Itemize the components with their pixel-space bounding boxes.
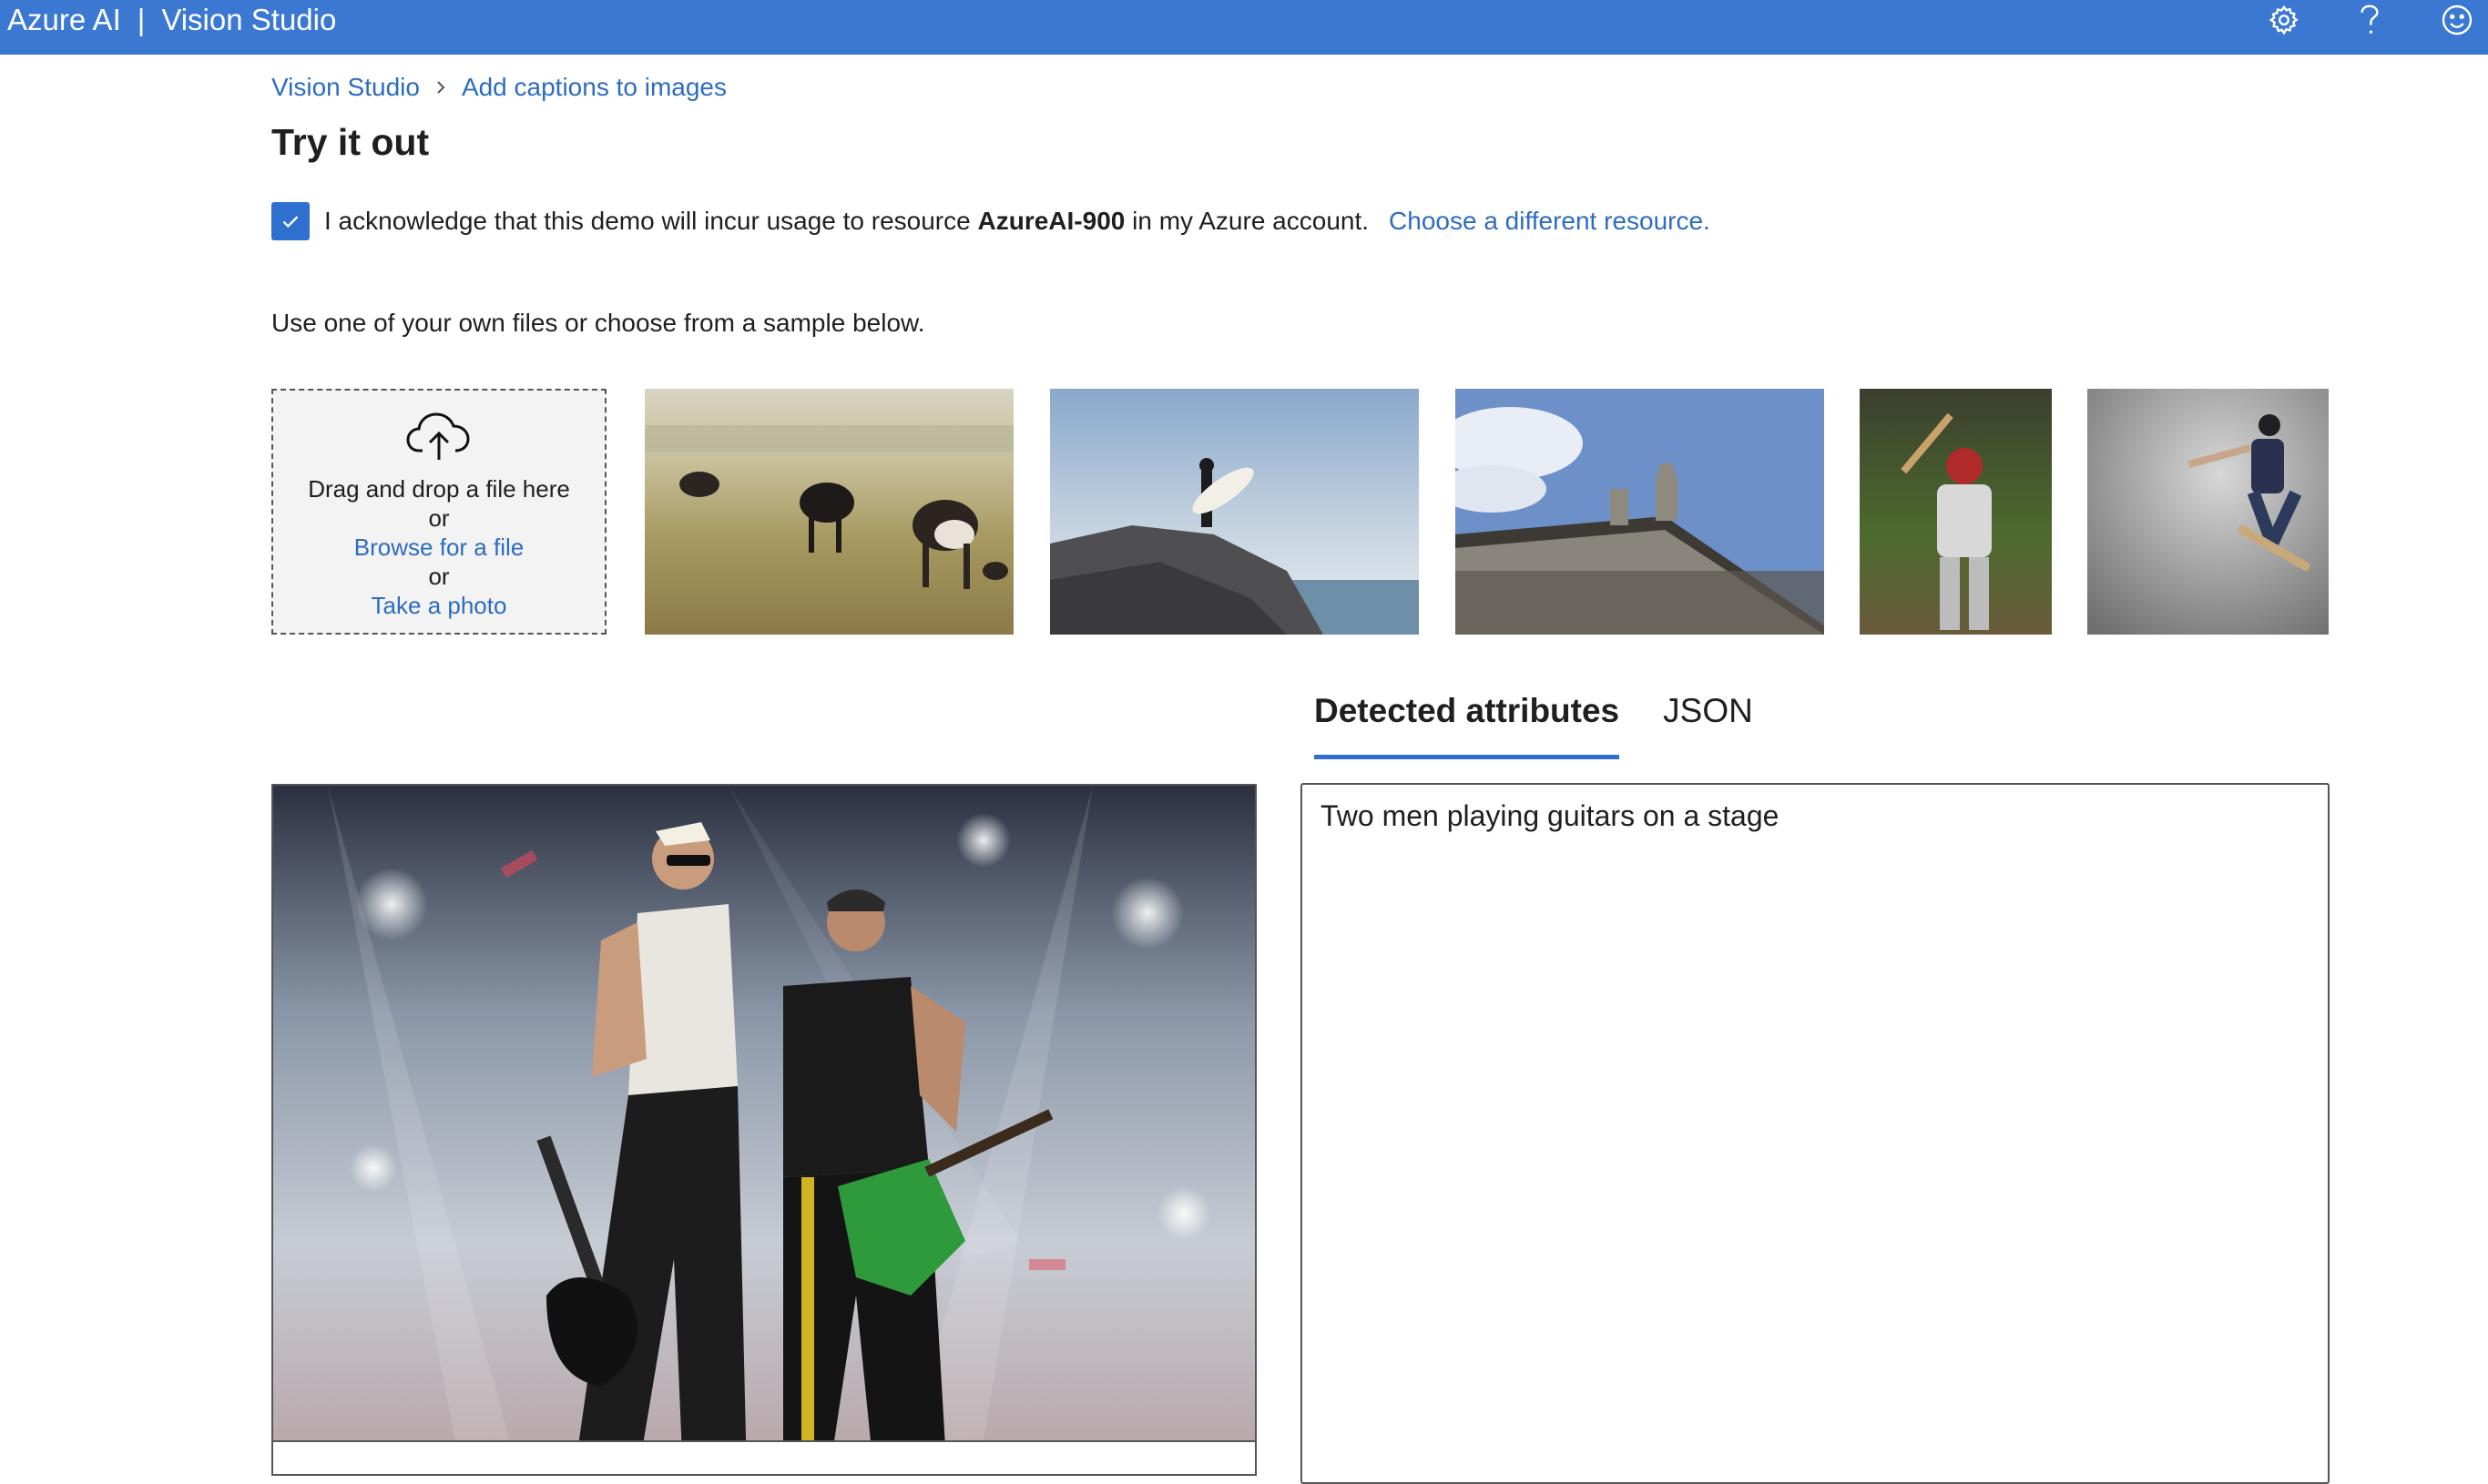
upload-or-text-2: or bbox=[428, 563, 450, 590]
top-bar: Azure AI | Vision Studio bbox=[0, 0, 2488, 55]
tab-detected-attributes[interactable]: Detected attributes bbox=[1314, 692, 1620, 759]
breadcrumb-home-link[interactable]: Vision Studio bbox=[271, 73, 420, 102]
tab-json[interactable]: JSON bbox=[1663, 692, 1753, 759]
cloud-upload-icon bbox=[404, 409, 474, 463]
browse-file-link[interactable]: Browse for a file bbox=[273, 533, 605, 562]
settings-icon[interactable] bbox=[2268, 0, 2300, 40]
product-name: Vision Studio bbox=[161, 3, 337, 36]
sample-image-skateboarder[interactable] bbox=[2087, 389, 2329, 635]
page-title: Try it out bbox=[271, 121, 430, 163]
acknowledge-checkbox[interactable] bbox=[271, 202, 310, 240]
choose-resource-link[interactable]: Choose a different resource. bbox=[1389, 207, 1710, 236]
breadcrumb-current-link[interactable]: Add captions to images bbox=[462, 73, 727, 102]
breadcrumb: Vision Studio Add captions to images bbox=[271, 73, 727, 102]
sample-image-building[interactable] bbox=[1455, 389, 1824, 635]
brand-separator: | bbox=[137, 3, 146, 36]
checkmark-icon bbox=[282, 216, 299, 229]
acknowledge-text-before: I acknowledge that this demo will incur … bbox=[324, 207, 978, 235]
upload-dropzone[interactable]: Drag and drop a file here or Browse for … bbox=[271, 389, 607, 635]
result-tabs: Detected attributes JSON bbox=[1314, 692, 1797, 759]
app-brand[interactable]: Azure AI | Vision Studio bbox=[7, 0, 336, 40]
brand-name: Azure AI bbox=[7, 3, 121, 36]
acknowledge-resource: AzureAI-900 bbox=[977, 207, 1126, 235]
result-panel: Two men playing guitars on a stage bbox=[1300, 783, 2330, 1484]
selected-image-preview bbox=[271, 784, 1257, 1476]
sample-image-surfer[interactable] bbox=[1050, 389, 1419, 635]
upload-or-text-1: or bbox=[428, 504, 450, 532]
caption-text: Two men playing guitars on a stage bbox=[1320, 799, 1779, 832]
instructions-text: Use one of your own files or choose from… bbox=[271, 309, 925, 337]
sample-image-baseball[interactable] bbox=[1860, 389, 2052, 635]
feedback-smiley-icon[interactable] bbox=[2441, 0, 2473, 40]
upload-drag-text: Drag and drop a file here bbox=[308, 475, 570, 503]
chevron-right-icon bbox=[434, 78, 447, 97]
acknowledge-row: I acknowledge that this demo will incur … bbox=[271, 202, 1710, 240]
acknowledge-text-after: in my Azure account. bbox=[1125, 207, 1370, 235]
sample-image-cows[interactable] bbox=[645, 389, 1014, 635]
help-icon[interactable] bbox=[2357, 0, 2382, 40]
take-photo-link[interactable]: Take a photo bbox=[273, 591, 605, 620]
